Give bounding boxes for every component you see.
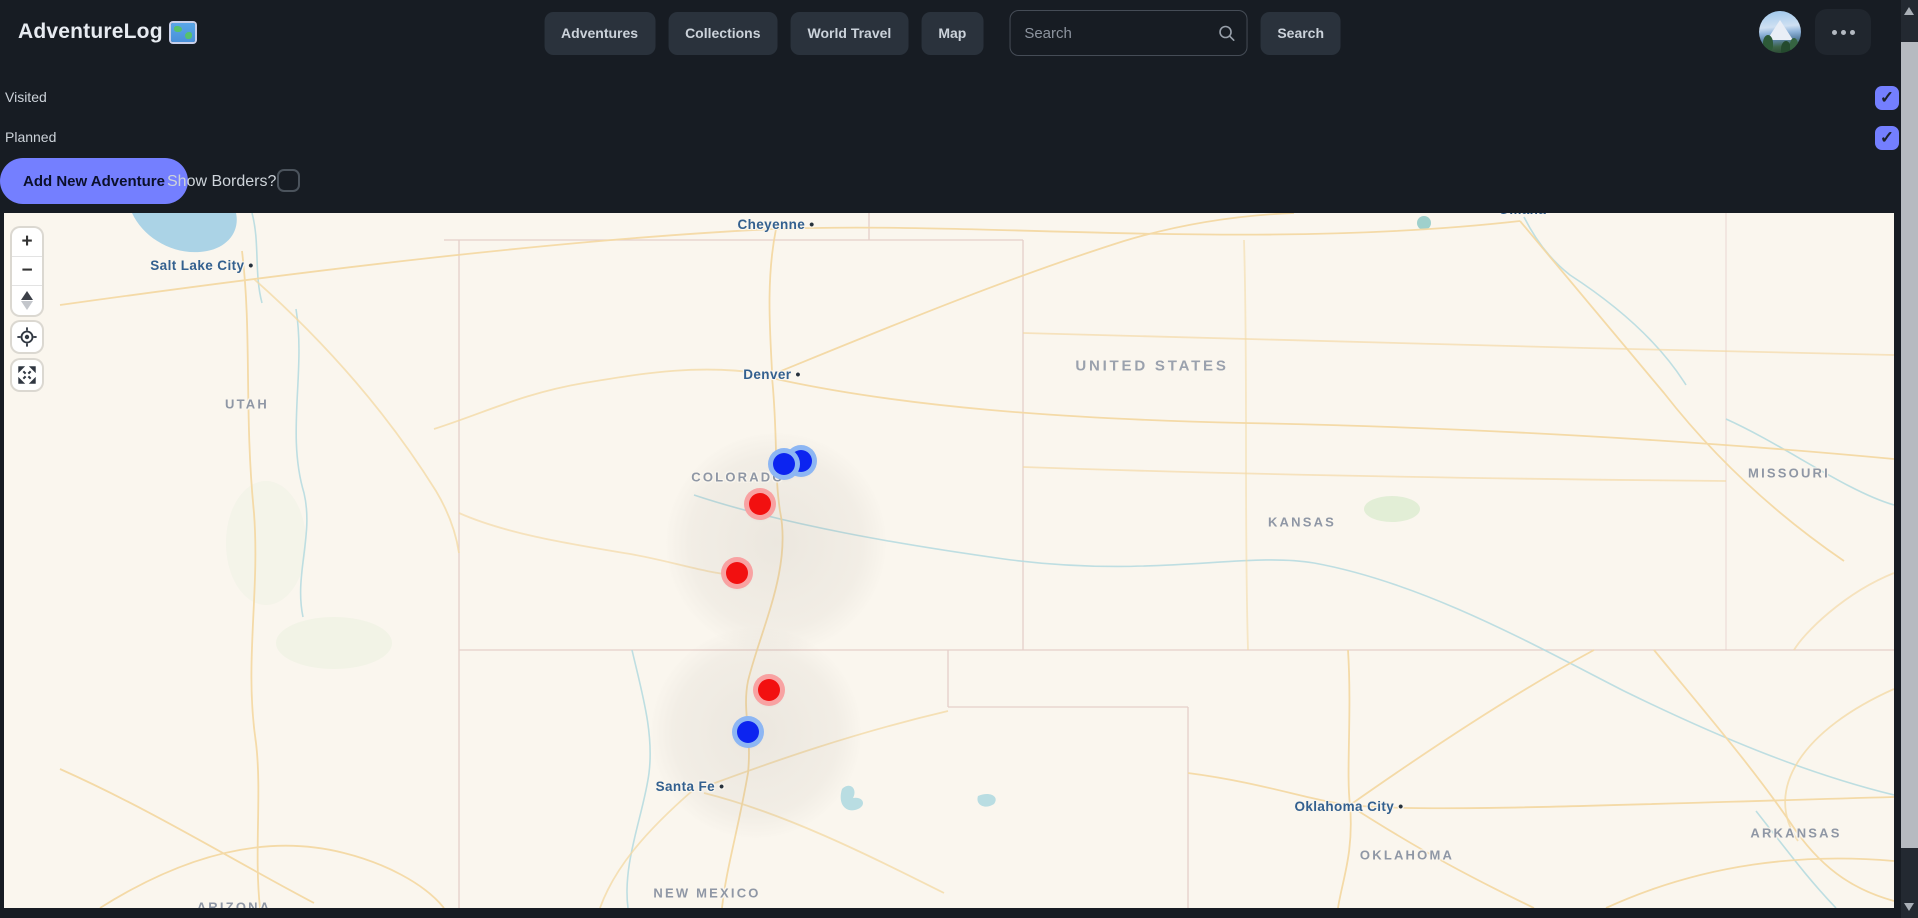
- map-base-layer: [4, 213, 1894, 908]
- nav-links: Adventures Collections World Travel Map …: [544, 10, 1341, 56]
- search-button[interactable]: Search: [1260, 12, 1341, 55]
- city-label: Omaha•: [1498, 213, 1555, 217]
- compass-south-icon: [21, 301, 33, 310]
- nav-right: [1759, 0, 1871, 64]
- planned-label: Planned: [5, 129, 56, 145]
- nav-map-button[interactable]: Map: [921, 12, 983, 55]
- city-dot-icon: •: [795, 366, 800, 382]
- add-new-adventure-button[interactable]: Add New Adventure: [0, 158, 188, 204]
- scroll-down-arrow[interactable]: [1904, 903, 1914, 911]
- city-label: Denver•: [743, 366, 801, 382]
- visited-marker[interactable]: [726, 562, 748, 584]
- visited-checkbox[interactable]: ✓: [1875, 86, 1899, 110]
- search-input[interactable]: [1009, 10, 1247, 56]
- region-label: UTAH: [225, 397, 269, 412]
- scroll-up-arrow[interactable]: [1904, 7, 1914, 15]
- navbar: AdventureLog Adventures Collections Worl…: [0, 0, 1901, 64]
- nav-world-travel-button[interactable]: World Travel: [791, 12, 909, 55]
- nav-adventures-button[interactable]: Adventures: [544, 12, 655, 55]
- compass-button[interactable]: [12, 286, 42, 315]
- compass-north-icon: [21, 291, 33, 300]
- zoom-in-button[interactable]: +: [12, 228, 42, 257]
- city-label: Santa Fe•: [656, 778, 725, 794]
- show-borders-checkbox[interactable]: [277, 169, 300, 192]
- visited-label: Visited: [5, 89, 47, 105]
- search-box: [1009, 10, 1247, 56]
- city-dot-icon: •: [719, 778, 724, 794]
- fullscreen-button[interactable]: [12, 360, 42, 390]
- planned-marker[interactable]: [737, 721, 759, 743]
- region-label: COLORADO: [691, 470, 784, 485]
- region-label: UNITED STATES: [1075, 358, 1228, 375]
- brand-title: AdventureLog: [18, 20, 163, 44]
- geolocate-button[interactable]: [12, 322, 42, 352]
- fullscreen-icon: [16, 364, 38, 386]
- region-label: ARKANSAS: [1750, 826, 1841, 841]
- visited-marker[interactable]: [758, 679, 780, 701]
- planned-checkbox[interactable]: ✓: [1875, 126, 1899, 150]
- city-label: Oklahoma City•: [1294, 798, 1403, 814]
- page-scrollbar: [1901, 0, 1918, 918]
- city-label: Cheyenne•: [737, 216, 814, 232]
- world-map-icon: [171, 23, 195, 42]
- ellipsis-icon: [1832, 30, 1837, 35]
- city-dot-icon: •: [1398, 798, 1403, 814]
- geolocate-icon: [16, 326, 38, 348]
- show-borders-label: Show Borders?: [167, 173, 276, 191]
- city-dot-icon: •: [809, 216, 814, 232]
- avatar[interactable]: [1759, 11, 1801, 53]
- zoom-out-button[interactable]: −: [12, 257, 42, 286]
- region-label: NEW MEXICO: [653, 886, 760, 901]
- app-brand[interactable]: AdventureLog: [18, 20, 195, 44]
- search-icon: [1217, 24, 1235, 42]
- region-label: KANSAS: [1268, 515, 1336, 530]
- region-label: MISSOURI: [1748, 466, 1830, 481]
- city-label: Salt Lake City•: [150, 257, 253, 273]
- map-zoom-control: + −: [12, 228, 42, 315]
- region-label: OKLAHOMA: [1360, 848, 1454, 863]
- planned-marker[interactable]: [773, 453, 795, 475]
- map-canvas[interactable]: + − Cheye: [4, 213, 1894, 908]
- scrollbar-thumb[interactable]: [1901, 42, 1918, 848]
- city-dot-icon: •: [1550, 213, 1555, 217]
- visited-marker[interactable]: [749, 493, 771, 515]
- overflow-menu-button[interactable]: [1815, 9, 1871, 55]
- nav-collections-button[interactable]: Collections: [668, 12, 777, 55]
- region-label: ARIZONA: [197, 900, 272, 909]
- city-dot-icon: •: [248, 257, 253, 273]
